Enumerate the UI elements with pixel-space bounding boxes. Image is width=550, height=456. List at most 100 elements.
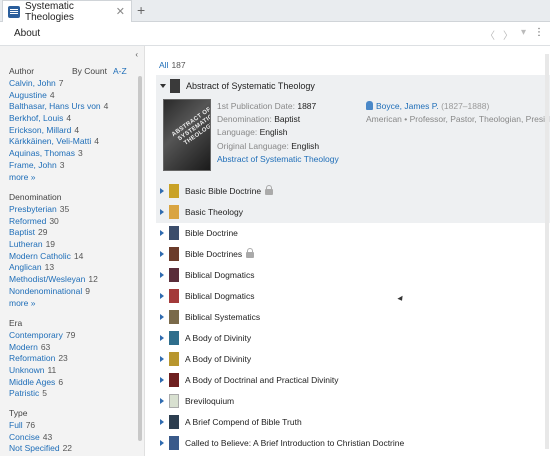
sort-by-count[interactable]: By Count xyxy=(72,66,107,76)
facet-item[interactable]: Modern 63 xyxy=(9,342,75,354)
expand-triangle-icon xyxy=(160,229,164,236)
tab-systematic-theologies[interactable]: Systematic Theologies ✕ xyxy=(2,0,132,23)
facet-title: Type xyxy=(9,408,28,418)
facet-title: Denomination xyxy=(9,192,62,202)
book-thumbnail xyxy=(169,393,179,408)
results-pane: All 187 Abstract of Systematic Theology A… xyxy=(150,46,550,456)
facet-type: Type Full 76 Concise 43 Not Specified 22 xyxy=(9,408,72,455)
all-filter[interactable]: All 187 xyxy=(159,60,186,70)
facet-item[interactable]: Frame, John 3 xyxy=(9,160,133,172)
list-item[interactable]: Biblical Dogmatics xyxy=(160,285,404,306)
expand-triangle-icon xyxy=(160,334,164,341)
lock-icon xyxy=(246,247,255,258)
list-item[interactable]: Basic Theology xyxy=(160,201,404,222)
book-thumbnail xyxy=(169,351,179,366)
book-cover[interactable]: ABSTRACT OF SYSTEMATIC THEOLOGY xyxy=(163,99,211,171)
facet-item[interactable]: Methodist/Wesleyan 12 xyxy=(9,274,98,286)
expand-triangle-icon xyxy=(160,418,164,425)
more-authors-link[interactable]: more » xyxy=(9,172,133,184)
expand-triangle-icon xyxy=(160,397,164,404)
facet-item[interactable]: Nondenominational 9 xyxy=(9,286,98,298)
facet-item[interactable]: Balthasar, Hans Urs von 4 xyxy=(9,101,133,113)
facet-item[interactable]: Patristic 5 xyxy=(9,388,75,400)
book-link[interactable]: Abstract of Systematic Theology xyxy=(217,154,339,164)
facet-item[interactable]: Kärkkäinen, Veli-Matti 4 xyxy=(9,136,133,148)
collapse-triangle-icon[interactable] xyxy=(160,84,166,88)
facet-item[interactable]: Baptist 29 xyxy=(9,227,98,239)
facet-item[interactable]: Concise 43 xyxy=(9,432,72,444)
back-icon[interactable]: 〈 xyxy=(485,27,495,42)
facet-item[interactable]: Aquinas, Thomas 3 xyxy=(9,148,133,160)
add-tab-button[interactable]: + xyxy=(137,2,145,18)
filter-sidebar: ‹ Author By Count A-Z Calvin, John 7 Augu… xyxy=(0,46,145,456)
book-list: Basic Bible Doctrine Basic Theology Bibl… xyxy=(160,180,404,453)
list-item[interactable]: Breviloquium xyxy=(160,390,404,411)
facet-item[interactable]: Unknown 11 xyxy=(9,365,75,377)
facet-author: Author By Count A-Z Calvin, John 7 August… xyxy=(9,66,133,183)
sidebar-scrollbar[interactable] xyxy=(138,76,142,441)
facet-denomination: Denomination Presbyterian 35 Reformed 30 B… xyxy=(9,192,98,309)
facet-item[interactable]: Augustine 4 xyxy=(9,90,133,102)
more-denominations-link[interactable]: more » xyxy=(9,298,98,310)
expand-triangle-icon xyxy=(160,208,164,215)
close-icon[interactable]: ✕ xyxy=(116,5,125,18)
tab-bar: Systematic Theologies ✕ + xyxy=(0,0,550,23)
facet-title: Author xyxy=(9,66,35,76)
expand-triangle-icon xyxy=(160,271,164,278)
book-thumbnail xyxy=(169,414,179,429)
list-item[interactable]: A Brief Compend of Bible Truth xyxy=(160,411,404,432)
facet-item[interactable]: Erickson, Millard 4 xyxy=(9,125,133,137)
facet-item[interactable]: Middle Ages 6 xyxy=(9,377,75,389)
menu-icon[interactable]: ⋮ xyxy=(534,27,544,42)
book-metadata: 1st Publication Date: 1887 Denomination:… xyxy=(217,101,339,164)
list-item[interactable]: A Body of Divinity xyxy=(160,348,404,369)
book-thumbnail xyxy=(169,372,179,387)
all-label[interactable]: All xyxy=(159,60,168,70)
list-item[interactable]: Basic Bible Doctrine xyxy=(160,180,404,201)
facet-item[interactable]: Lutheran 19 xyxy=(9,239,98,251)
facet-item[interactable]: Full 76 xyxy=(9,420,72,432)
about-button[interactable]: About xyxy=(14,28,40,39)
facet-item[interactable]: Reformed 30 xyxy=(9,216,98,228)
author-info: Boyce, James P. (1827–1888) American • P… xyxy=(366,100,550,126)
book-thumbnail xyxy=(170,79,180,93)
facet-item[interactable]: Presbyterian 35 xyxy=(9,204,98,216)
book-thumbnail xyxy=(169,183,179,198)
facet-item[interactable]: Contemporary 79 xyxy=(9,330,75,342)
dropdown-icon[interactable]: ▾ xyxy=(521,27,526,42)
list-item[interactable]: Bible Doctrine xyxy=(160,222,404,243)
list-item[interactable]: Biblical Dogmatics xyxy=(160,264,404,285)
forward-icon[interactable]: 〉 xyxy=(503,27,513,42)
lock-icon xyxy=(265,184,274,195)
results-scrollbar[interactable] xyxy=(545,54,549,449)
collapse-sidebar-icon[interactable]: ‹ xyxy=(135,50,138,59)
book-thumbnail xyxy=(169,225,179,240)
expand-triangle-icon xyxy=(160,439,164,446)
list-item[interactable]: Biblical Systematics xyxy=(160,306,404,327)
list-item[interactable]: A Body of Doctrinal and Practical Divini… xyxy=(160,369,404,390)
facet-title: Era xyxy=(9,318,23,328)
book-thumbnail xyxy=(169,246,179,261)
book-thumbnail xyxy=(169,288,179,303)
facet-item[interactable]: Not Specified 22 xyxy=(9,443,72,455)
expand-triangle-icon xyxy=(160,250,164,257)
list-item[interactable]: A Body of Divinity xyxy=(160,327,404,348)
expand-triangle-icon xyxy=(160,376,164,383)
facet-item[interactable]: Modern Catholic 14 xyxy=(9,251,98,263)
facet-item[interactable]: Reformation 23 xyxy=(9,353,75,365)
sort-a-z[interactable]: A-Z xyxy=(113,66,127,76)
author-link[interactable]: Boyce, James P. xyxy=(376,101,439,111)
book-title[interactable]: Abstract of Systematic Theology xyxy=(186,81,315,91)
facet-item[interactable]: Anglican 13 xyxy=(9,262,98,274)
book-thumbnail xyxy=(169,267,179,282)
facet-author-header: Author By Count A-Z xyxy=(9,66,133,78)
expanded-book-header[interactable]: Abstract of Systematic Theology xyxy=(160,79,315,93)
expand-triangle-icon xyxy=(160,355,164,362)
list-item[interactable]: Called to Believe: A Brief Introduction … xyxy=(160,432,404,453)
author-description: American • Professor, Pastor, Theologian… xyxy=(366,114,550,125)
book-thumbnail xyxy=(169,204,179,219)
facet-item[interactable]: Berkhof, Louis 4 xyxy=(9,113,133,125)
book-thumbnail xyxy=(169,435,179,450)
facet-item[interactable]: Calvin, John 7 xyxy=(9,78,133,90)
list-item[interactable]: Bible Doctrines xyxy=(160,243,404,264)
